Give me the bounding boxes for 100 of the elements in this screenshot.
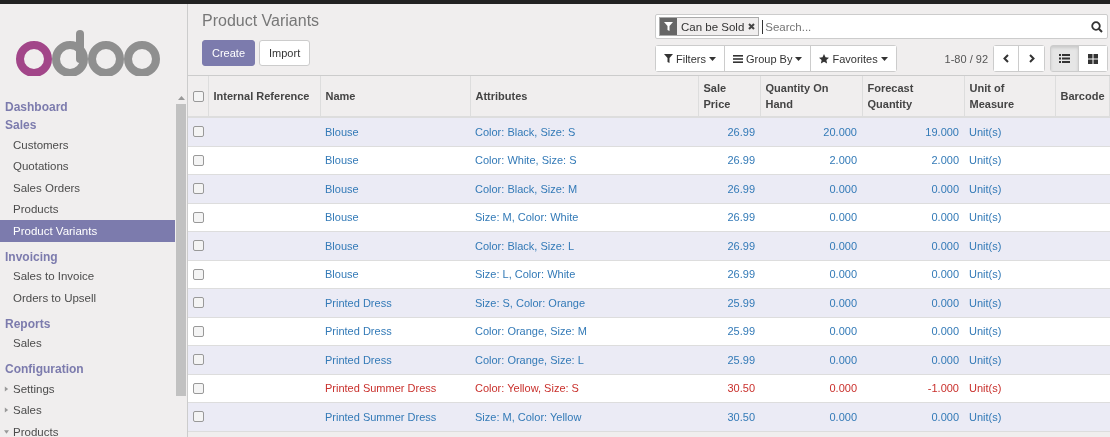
sidebar-item[interactable]: Settings	[0, 378, 175, 400]
select-all-checkbox[interactable]	[193, 90, 204, 102]
search-bar[interactable]: Can be Sold Search...	[655, 14, 1108, 39]
table-cell: Blouse	[320, 146, 470, 175]
table-cell: Color: Black, Size: M	[470, 174, 698, 203]
filter-facet[interactable]: Can be Sold	[659, 17, 760, 36]
table-cell: 0.000	[862, 203, 964, 232]
column-header[interactable]: Forecast Quantity	[862, 76, 964, 117]
sidebar-item[interactable]: Products	[0, 198, 175, 220]
table-cell: Unit(s)	[964, 317, 1055, 346]
table-cell: Color: Yellow, Size: S	[470, 374, 698, 403]
column-header[interactable]: Internal Reference	[208, 76, 320, 117]
table-cell: Color: Orange, Size: M	[470, 317, 698, 346]
row-checkbox[interactable]	[193, 154, 204, 166]
sidebar-item[interactable]: Sales Orders	[0, 177, 175, 199]
table-cell: 26.99	[698, 231, 760, 260]
table-cell: 19.000	[862, 117, 964, 146]
table-cell: Size: S, Color: Orange	[470, 288, 698, 317]
table-cell: Blouse	[320, 117, 470, 146]
table-cell: Color: Orange, Size: L	[470, 345, 698, 374]
row-checkbox[interactable]	[193, 411, 204, 423]
sidebar-item[interactable]: Sales	[0, 399, 175, 421]
table-cell: Color: Black, Size: S	[470, 117, 698, 146]
table-cell: Size: M, Color: White	[470, 203, 698, 232]
row-checkbox[interactable]	[193, 240, 204, 252]
page-title: Product Variants	[202, 12, 320, 30]
scroll-up-icon[interactable]	[177, 96, 185, 100]
table-cell: 0.000	[760, 260, 862, 289]
table-cell: 0.000	[862, 260, 964, 289]
table-cell: Unit(s)	[964, 231, 1055, 260]
row-checkbox[interactable]	[193, 268, 204, 280]
import-button[interactable]: Import	[259, 40, 311, 66]
row-checkbox[interactable]	[193, 211, 204, 223]
sidebar-item[interactable]: Sales	[0, 332, 175, 354]
sidebar-item[interactable]: Quotations	[0, 155, 175, 177]
sidebar-item[interactable]: Sales to Invoice	[0, 265, 175, 287]
table-cell: 26.99	[698, 203, 760, 232]
table-cell: Unit(s)	[964, 260, 1055, 289]
table-cell: 26.99	[698, 117, 760, 146]
table-cell: 25.99	[698, 317, 760, 346]
table-cell: 0.000	[862, 402, 964, 431]
view-switch-button[interactable]	[1051, 46, 1079, 71]
search-field[interactable]: Search...	[762, 19, 1088, 34]
table-cell: 26.99	[698, 260, 760, 289]
column-header[interactable]: Unit of Measure	[964, 76, 1055, 117]
column-header[interactable]: Sale Price	[698, 76, 760, 117]
chevron-left-icon	[1003, 54, 1009, 63]
next-page-button[interactable]	[1019, 46, 1044, 71]
table-cell: 0.000	[862, 345, 964, 374]
sidebar-item[interactable]: Product Variants	[0, 220, 175, 242]
column-header[interactable]: Barcode	[1055, 76, 1110, 117]
previous-page-button[interactable]	[994, 46, 1019, 71]
filter-icon	[664, 22, 673, 31]
table-cell: Color: Black, Size: L	[470, 231, 698, 260]
table-cell: 0.000	[760, 288, 862, 317]
column-header[interactable]: Attributes	[470, 76, 698, 117]
table-cell: 0.000	[760, 317, 862, 346]
sidebar-item[interactable]: Customers	[0, 134, 175, 156]
table-cell: Printed Dress	[320, 288, 470, 317]
create-button[interactable]: Create	[202, 40, 256, 66]
column-header[interactable]: Name	[320, 76, 470, 117]
close-icon[interactable]	[748, 23, 756, 30]
table-cell: 0.000	[862, 288, 964, 317]
sidebar-item[interactable]: Products	[0, 421, 175, 437]
table-cell: 0.000	[760, 203, 862, 232]
row-checkbox[interactable]	[193, 354, 204, 366]
table-cell: 25.99	[698, 288, 760, 317]
table-cell: Printed Summer Dress	[320, 402, 470, 431]
table-cell: 30.50	[698, 374, 760, 403]
table-cell: 0.000	[862, 317, 964, 346]
search-icon[interactable]	[1091, 20, 1103, 33]
menu-section-title[interactable]: Sales	[0, 116, 175, 134]
table-cell: Unit(s)	[964, 146, 1055, 175]
table-cell: 20.000	[760, 117, 862, 146]
row-checkbox[interactable]	[193, 126, 204, 138]
table-cell: Blouse	[320, 231, 470, 260]
table-cell: 0.000	[760, 231, 862, 260]
row-checkbox[interactable]	[193, 325, 204, 337]
table-cell: Unit(s)	[964, 374, 1055, 403]
row-checkbox[interactable]	[193, 183, 204, 195]
table-cell: -1.000	[862, 374, 964, 403]
row-checkbox[interactable]	[193, 382, 204, 394]
table-cell: Unit(s)	[964, 345, 1055, 374]
scrollbar-thumb[interactable]	[176, 104, 186, 396]
table-cell: Unit(s)	[964, 288, 1055, 317]
view-switch-button[interactable]	[1079, 46, 1107, 71]
table-cell: Size: L, Color: White	[470, 260, 698, 289]
table-cell: Unit(s)	[964, 117, 1055, 146]
table-cell: Unit(s)	[964, 203, 1055, 232]
column-header[interactable]: Quantity On Hand	[760, 76, 862, 117]
table-cell: Printed Dress	[320, 345, 470, 374]
table-cell: 0.000	[760, 402, 862, 431]
table-cell: Blouse	[320, 203, 470, 232]
table-cell: Size: M, Color: Yellow	[470, 402, 698, 431]
table-cell: 0.000	[862, 174, 964, 203]
list-view-icon	[1059, 54, 1070, 63]
table-cell: 0.000	[760, 345, 862, 374]
sidebar-item[interactable]: Orders to Upsell	[0, 287, 175, 309]
row-checkbox[interactable]	[193, 297, 204, 309]
grid-view-icon	[1088, 53, 1098, 64]
